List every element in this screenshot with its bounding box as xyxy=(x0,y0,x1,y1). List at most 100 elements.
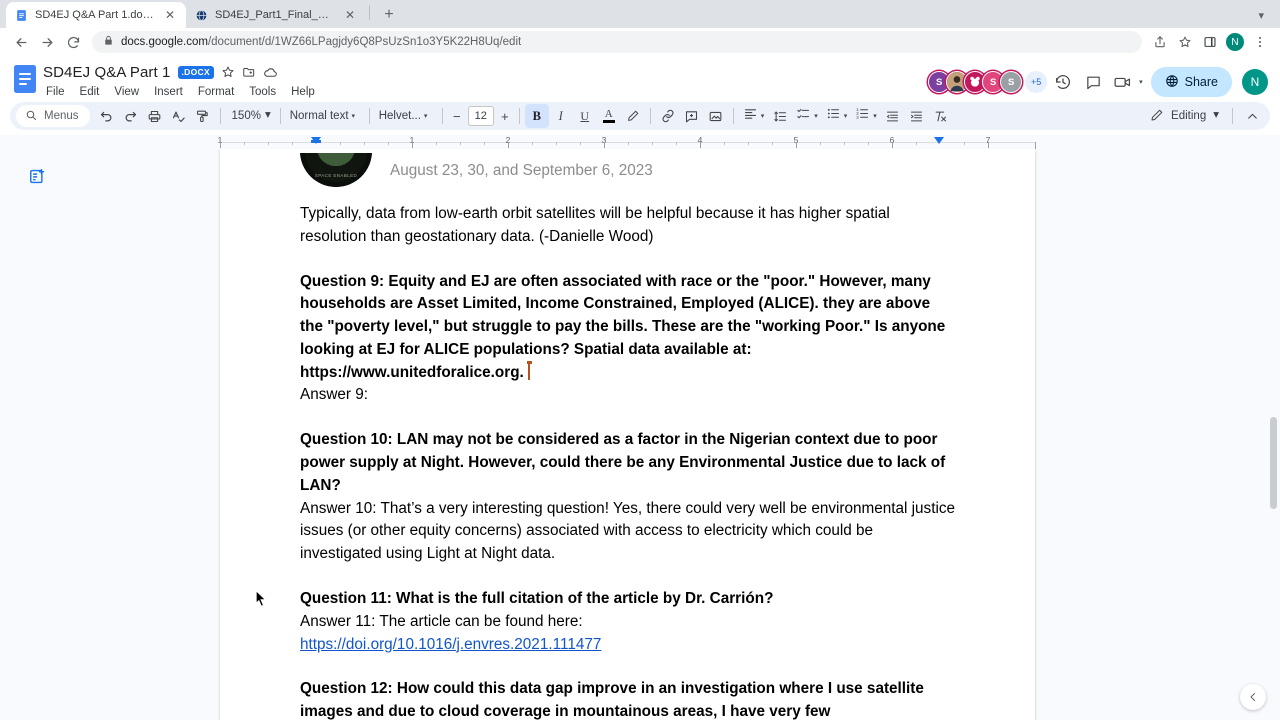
share-lock-icon xyxy=(1165,74,1179,91)
insert-link-icon[interactable] xyxy=(656,104,680,128)
ruler-tick xyxy=(436,142,437,145)
ruler-track: 1 1 2 3 4 5 6 7 xyxy=(218,135,1036,149)
back-arrow-icon[interactable] xyxy=(8,29,34,55)
forward-arrow-icon[interactable] xyxy=(34,29,60,55)
numbered-list-selector[interactable]: 123 ▾ xyxy=(851,104,881,128)
more-collaborators-badge[interactable]: +5 xyxy=(1025,71,1048,93)
menu-view[interactable]: View xyxy=(107,84,146,100)
vertical-scrollbar[interactable] xyxy=(1270,417,1277,509)
menu-format[interactable]: Format xyxy=(191,84,241,100)
lock-icon xyxy=(103,33,114,51)
menu-insert[interactable]: Insert xyxy=(147,84,190,100)
bulleted-list-icon xyxy=(826,106,841,126)
zoom-selector[interactable]: 150% ▾ xyxy=(226,104,275,128)
decrease-indent-icon[interactable] xyxy=(881,104,905,128)
intro-paragraph: Typically, data from low-earth orbit sat… xyxy=(300,205,890,245)
ruler-tick xyxy=(916,142,917,145)
document-date-line: August 23, 30, and September 6, 2023 xyxy=(390,162,653,179)
toolbar-divider xyxy=(1232,108,1233,124)
font-selector[interactable]: Helvet... ▾ xyxy=(375,104,437,128)
ruler-tick xyxy=(676,142,677,145)
toolbar-divider xyxy=(518,108,520,124)
ruler-tick xyxy=(388,142,389,145)
align-selector[interactable]: ▾ xyxy=(739,104,769,128)
document-text-area[interactable]: SPACE ENABLED August 23, 30, and Septemb… xyxy=(300,149,955,720)
paragraph-style-selector[interactable]: Normal text ▾ xyxy=(286,104,364,128)
star-icon[interactable] xyxy=(1173,30,1197,54)
avatar[interactable]: S xyxy=(1000,71,1023,93)
right-indent-marker[interactable] xyxy=(934,137,944,144)
menu-tools[interactable]: Tools xyxy=(242,84,283,100)
increase-font-size-button[interactable]: + xyxy=(496,106,514,126)
space-enabled-seal-logo: SPACE ENABLED xyxy=(300,153,372,187)
bulleted-list-selector[interactable]: ▾ xyxy=(822,104,852,128)
header-logo-row: SPACE ENABLED August 23, 30, and Septemb… xyxy=(300,153,955,187)
text-color-button[interactable]: A xyxy=(597,104,621,128)
answer-10: Answer 10: That’s a very interesting que… xyxy=(300,499,956,563)
reload-icon[interactable] xyxy=(60,29,86,55)
tab-divider xyxy=(369,4,370,20)
version-history-icon[interactable] xyxy=(1049,68,1077,96)
close-icon[interactable]: ✕ xyxy=(163,8,177,22)
url-domain: docs.google.com xyxy=(121,36,208,48)
ruler[interactable]: 1 1 2 3 4 5 6 7 xyxy=(0,135,1280,149)
ruler-tick xyxy=(484,142,485,145)
menu-file[interactable]: File xyxy=(39,84,72,100)
checklist-selector[interactable]: ▾ xyxy=(792,104,822,128)
document-outline-icon[interactable] xyxy=(26,165,48,187)
highlight-pen-icon[interactable] xyxy=(621,104,645,128)
three-dot-menu-icon[interactable] xyxy=(1248,30,1272,54)
move-to-folder-icon[interactable] xyxy=(242,65,256,79)
bold-button[interactable]: B xyxy=(524,104,549,128)
close-icon[interactable]: ✕ xyxy=(343,8,357,22)
line-spacing-icon[interactable] xyxy=(768,104,792,128)
share-button[interactable]: Share xyxy=(1150,67,1232,97)
doi-link[interactable]: https://doi.org/10.1016/j.envres.2021.11… xyxy=(300,636,601,653)
side-panel-icon[interactable] xyxy=(1198,30,1222,54)
decrease-font-size-button[interactable]: − xyxy=(448,106,466,126)
increase-indent-icon[interactable] xyxy=(905,104,929,128)
print-icon[interactable] xyxy=(143,104,167,128)
video-call-icon[interactable] xyxy=(1109,68,1137,96)
document-page[interactable]: SPACE ENABLED August 23, 30, and Septemb… xyxy=(220,149,1035,720)
address-bar[interactable]: docs.google.com/document/d/1WZ66LPagjdy6… xyxy=(92,31,1142,53)
document-title[interactable]: SD4EJ Q&A Part 1 xyxy=(43,64,171,81)
menus-search-button[interactable]: Menus xyxy=(16,105,90,127)
toolbar-right-group: Editing ▾ xyxy=(1144,104,1264,128)
collapse-toolbar-button[interactable] xyxy=(1240,104,1264,128)
chevron-down-icon[interactable]: ▾ xyxy=(1139,79,1143,86)
paint-format-icon[interactable] xyxy=(191,104,215,128)
browser-tab-handout[interactable]: SD4EJ_Part1_Final_Handout.p ✕ xyxy=(186,2,366,28)
docs-header-actions: S S S +5 ▾ Share N xyxy=(928,61,1268,97)
clear-formatting-icon[interactable] xyxy=(929,104,953,128)
menu-edit[interactable]: Edit xyxy=(73,84,107,100)
ruler-tick xyxy=(268,142,269,145)
chevron-down-icon[interactable]: ▾ xyxy=(1250,9,1272,22)
font-size-input[interactable]: 12 xyxy=(467,106,494,126)
italic-button[interactable]: I xyxy=(549,104,573,128)
comment-icon[interactable] xyxy=(1079,68,1107,96)
new-tab-button[interactable]: + xyxy=(376,2,402,28)
editing-mode-selector[interactable]: Editing ▾ xyxy=(1144,104,1225,128)
docs-toolbar: Menus 150% ▾ Normal text ▾ Helvet... ▾ −… xyxy=(10,102,1270,130)
answer-11-link-row: https://doi.org/10.1016/j.envres.2021.11… xyxy=(300,634,955,657)
spellcheck-icon[interactable] xyxy=(167,104,191,128)
cloud-saved-icon[interactable] xyxy=(263,65,278,80)
left-indent-marker[interactable] xyxy=(311,137,321,144)
account-avatar[interactable]: N xyxy=(1242,69,1268,95)
chrome-profile-avatar[interactable]: N xyxy=(1226,33,1244,51)
add-comment-icon[interactable] xyxy=(680,104,704,128)
underline-button[interactable]: U xyxy=(573,104,597,128)
ruler-tick xyxy=(244,142,245,145)
menu-help[interactable]: Help xyxy=(284,84,322,100)
redo-icon[interactable] xyxy=(119,104,143,128)
numbered-list-icon: 123 xyxy=(855,106,870,126)
browser-tab-docs[interactable]: SD4EJ Q&A Part 1.docx - Goo ✕ xyxy=(6,2,186,28)
insert-image-icon[interactable] xyxy=(704,104,728,128)
google-docs-icon[interactable] xyxy=(10,61,40,97)
star-icon[interactable] xyxy=(221,65,235,79)
undo-icon[interactable] xyxy=(95,104,119,128)
explore-button[interactable] xyxy=(1240,684,1266,710)
share-icon[interactable] xyxy=(1148,30,1172,54)
